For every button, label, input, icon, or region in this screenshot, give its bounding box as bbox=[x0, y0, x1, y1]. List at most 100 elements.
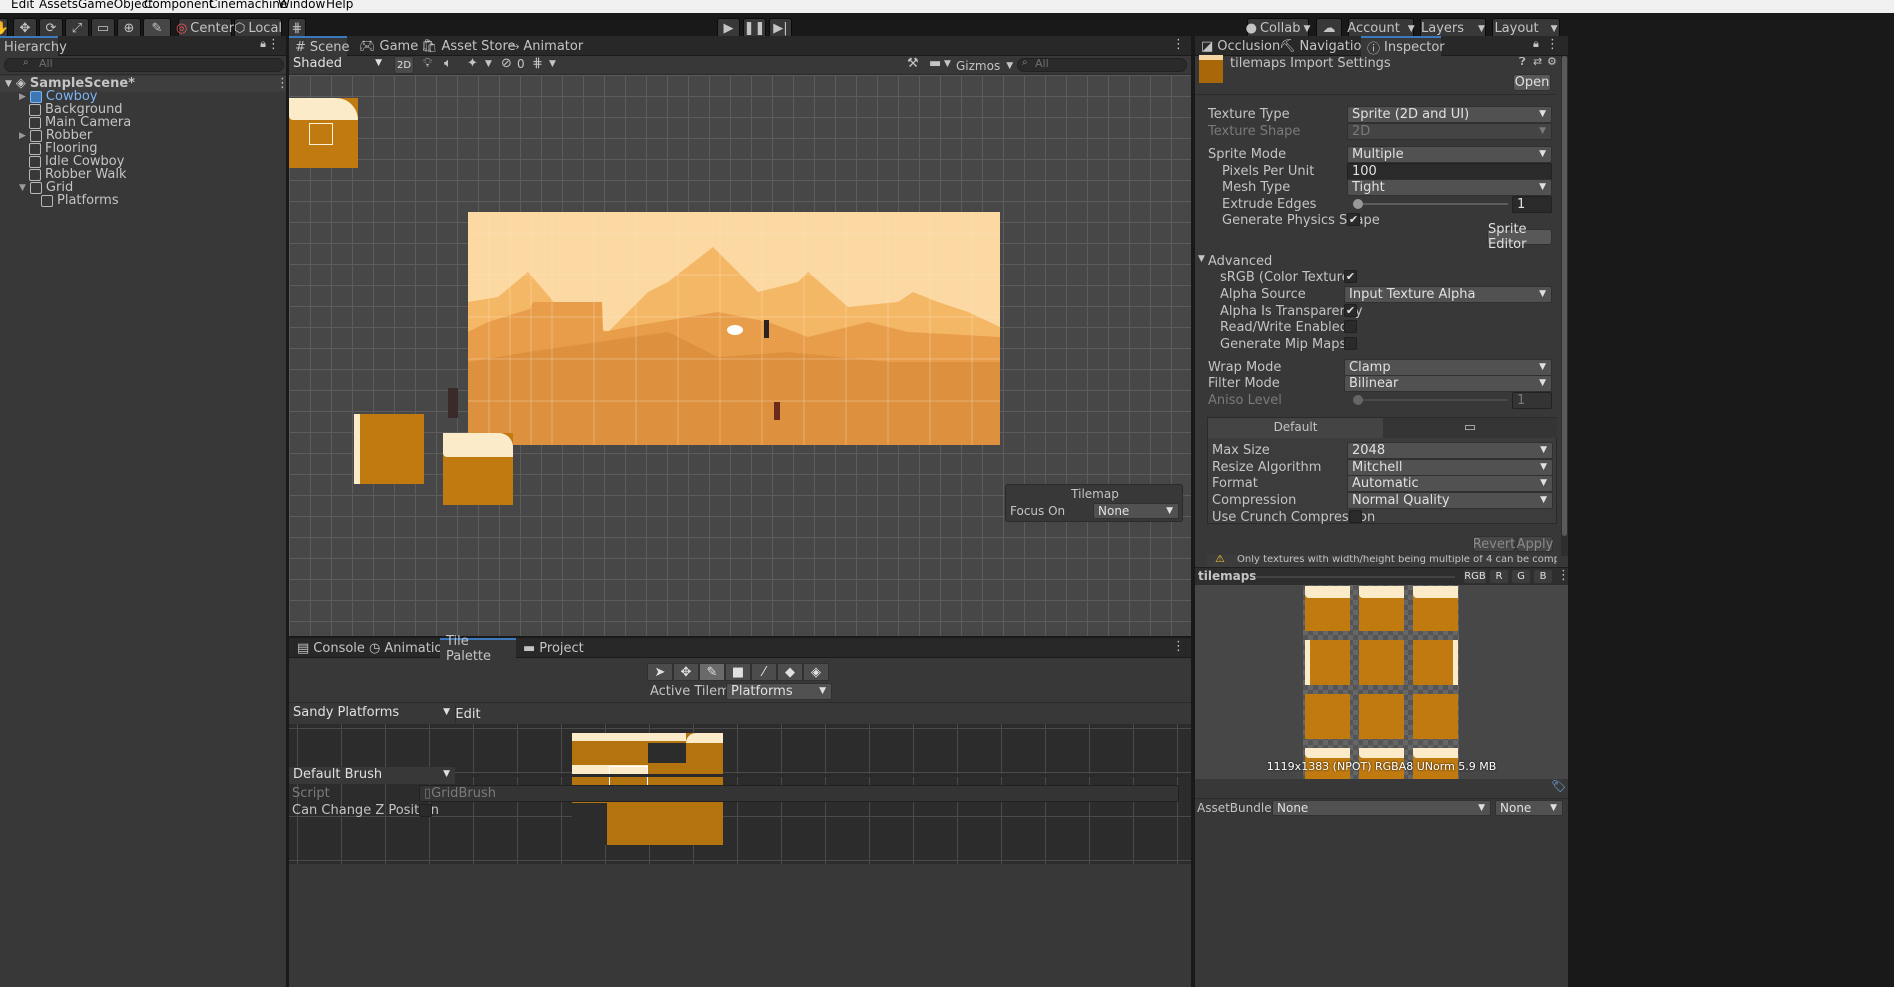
max-size-dropdown[interactable]: 2048 ▼ bbox=[1347, 442, 1553, 459]
platform-tab-default[interactable]: Default bbox=[1208, 418, 1383, 438]
crunch-checkbox[interactable] bbox=[1349, 510, 1362, 523]
menu-window[interactable]: Window bbox=[278, 0, 325, 11]
alpha-transparency-checkbox[interactable]: ✔ bbox=[1344, 304, 1357, 317]
revert-button[interactable]: Revert bbox=[1473, 536, 1515, 552]
hidden-objects-icon[interactable]: ⊘ bbox=[501, 56, 512, 71]
lock-icon[interactable]: 🔒︎ bbox=[260, 37, 266, 51]
menu-gameobject[interactable]: GameObject bbox=[78, 0, 153, 11]
scrollbar-thumb[interactable] bbox=[1562, 56, 1567, 536]
channel-g-button[interactable]: G bbox=[1511, 569, 1531, 584]
gear-icon[interactable]: ⚙ bbox=[1547, 55, 1557, 68]
ppu-field[interactable]: 100 bbox=[1347, 163, 1552, 180]
alpha-source-dropdown[interactable]: Input Texture Alpha ▼ bbox=[1344, 286, 1552, 303]
channel-rgb-button[interactable]: RGB bbox=[1463, 569, 1487, 584]
paint-brush-icon[interactable]: ✎ bbox=[699, 663, 725, 681]
scene-search-input[interactable]: ⌕ All bbox=[1017, 57, 1187, 72]
chevron-down-icon[interactable]: ▼ bbox=[485, 59, 492, 69]
menu-edit[interactable]: Edit bbox=[11, 0, 34, 11]
lighting-icon[interactable]: 💡︎ bbox=[423, 56, 432, 71]
filter-mode-dropdown[interactable]: Bilinear ▼ bbox=[1344, 375, 1552, 392]
camera-icon[interactable]: ▬ bbox=[929, 56, 941, 71]
open-button[interactable]: Open bbox=[1513, 74, 1551, 91]
tab-animator[interactable]: ⤳ Animator bbox=[503, 36, 589, 56]
gizmos-dropdown[interactable]: Gizmos ▼ bbox=[956, 56, 1013, 75]
palette-dropdown[interactable]: Sandy Platforms ▼ bbox=[289, 705, 455, 722]
move-tool-icon[interactable]: ✥ bbox=[673, 663, 699, 681]
physics-shape-checkbox[interactable]: ✔ bbox=[1347, 213, 1360, 226]
menu-cinemachine[interactable]: Cinemachine bbox=[209, 0, 287, 11]
extrude-field[interactable]: 1 bbox=[1512, 196, 1552, 213]
audio-icon[interactable]: 🔈︎ bbox=[444, 56, 452, 71]
menu-kebab-icon[interactable]: ⋮ bbox=[1172, 639, 1185, 654]
chevron-down-icon[interactable]: ▼ bbox=[549, 59, 556, 69]
compression-dropdown[interactable]: Normal Quality ▼ bbox=[1347, 492, 1553, 509]
active-tilemap-dropdown[interactable]: Platforms ▼ bbox=[726, 683, 832, 700]
chevron-down-icon: ▼ bbox=[1303, 23, 1311, 34]
palette-edit-button[interactable]: Edit bbox=[455, 705, 481, 723]
tab-tile-palette[interactable]: Tile Palette bbox=[440, 634, 516, 664]
resize-handle[interactable] bbox=[457, 774, 1189, 777]
sprite-editor-button[interactable]: Sprite Editor bbox=[1487, 222, 1552, 252]
tab-hierarchy[interactable]: Hierarchy bbox=[0, 36, 67, 56]
lock-icon[interactable]: 🔒︎ bbox=[1533, 37, 1539, 51]
advanced-foldout[interactable]: Advanced bbox=[1208, 254, 1272, 269]
format-dropdown[interactable]: Automatic ▼ bbox=[1347, 475, 1553, 492]
grid-toggle-icon[interactable]: ⋕ bbox=[532, 56, 543, 71]
channel-r-button[interactable]: R bbox=[1489, 569, 1509, 584]
wrap-mode-dropdown[interactable]: Clamp ▼ bbox=[1344, 359, 1552, 376]
preset-icon[interactable]: ⇄ bbox=[1533, 55, 1542, 68]
menu-kebab-icon[interactable]: ⋮ bbox=[1546, 37, 1559, 52]
tab-project[interactable]: ▬ Project bbox=[517, 638, 590, 658]
tab-scene[interactable]: # Scene bbox=[289, 36, 350, 56]
mesh-type-dropdown[interactable]: Tight ▼ bbox=[1347, 179, 1552, 196]
picker-icon[interactable]: ⁄ bbox=[751, 663, 777, 681]
select-tool-icon[interactable]: ➤ bbox=[647, 663, 673, 681]
texture-type-dropdown[interactable]: Sprite (2D and UI) ▼ bbox=[1347, 106, 1552, 123]
brush-dropdown[interactable]: Default Brush ▼ bbox=[289, 767, 455, 784]
resize-algo-dropdown[interactable]: Mitchell ▼ bbox=[1347, 459, 1553, 476]
z-position-checkbox[interactable] bbox=[419, 804, 432, 817]
menu-assets[interactable]: Assets bbox=[39, 0, 78, 11]
extrude-slider[interactable] bbox=[1353, 199, 1508, 209]
gizmos-label: Gizmos bbox=[956, 58, 1001, 73]
assetbundle-variant-dropdown[interactable]: None ▼ bbox=[1495, 800, 1563, 816]
focus-on-dropdown[interactable]: None ▼ bbox=[1093, 503, 1179, 519]
menu-component[interactable]: Component bbox=[144, 0, 214, 11]
tab-inspector[interactable]: ⓘ Inspector bbox=[1361, 36, 1445, 57]
hierarchy-search-input[interactable]: All ⌕ bbox=[4, 57, 284, 72]
slider-knob[interactable] bbox=[1353, 199, 1363, 209]
menu-kebab-icon[interactable]: ⋮ bbox=[267, 37, 280, 52]
preview-drag-handle[interactable] bbox=[1255, 576, 1455, 578]
tab-console[interactable]: ▤ Console bbox=[291, 638, 371, 658]
assetbundle-dropdown[interactable]: None ▼ bbox=[1272, 800, 1491, 816]
sprite-mode-dropdown[interactable]: Multiple ▼ bbox=[1347, 146, 1552, 163]
srgb-checkbox[interactable]: ✔ bbox=[1344, 270, 1357, 283]
channel-b-button[interactable]: B bbox=[1533, 569, 1553, 584]
tab-game[interactable]: 🎮︎ Game bbox=[353, 36, 424, 56]
eraser-icon[interactable]: ◆ bbox=[777, 663, 803, 681]
list-item[interactable]: Platforms bbox=[41, 193, 119, 209]
help-icon[interactable]: ❓︎ bbox=[1519, 55, 1526, 69]
label-tag-icon[interactable]: 🏷︎ bbox=[1551, 779, 1566, 793]
chevron-down-icon: ▼ bbox=[1539, 289, 1546, 299]
menu-kebab-icon[interactable]: ⋮ bbox=[1172, 37, 1185, 52]
pivot-label: Center bbox=[190, 21, 235, 36]
mipmaps-checkbox[interactable] bbox=[1344, 337, 1357, 350]
chevron-down-icon[interactable]: ▼ bbox=[944, 59, 951, 69]
inspector-scrollbar[interactable] bbox=[1561, 56, 1568, 556]
shading-dropdown[interactable]: Shaded ▼ bbox=[289, 56, 387, 73]
box-fill-icon[interactable]: ■ bbox=[725, 663, 751, 681]
expand-arrow-icon[interactable]: ▼ bbox=[1198, 254, 1205, 264]
scene-viewport[interactable]: Tilemap Focus On None ▼ bbox=[289, 75, 1191, 636]
toggle-2d-button[interactable]: 2D bbox=[394, 56, 414, 74]
platform-tab-standalone[interactable]: ▭ bbox=[1383, 418, 1557, 438]
menu-help[interactable]: Help bbox=[326, 0, 353, 11]
search-placeholder: All bbox=[1035, 57, 1049, 70]
apply-button[interactable]: Apply bbox=[1517, 536, 1553, 552]
fill-bucket-icon[interactable]: ◈ bbox=[803, 663, 829, 681]
gamepad-icon: 🎮︎ bbox=[359, 38, 376, 54]
scene-platform-tile bbox=[354, 414, 424, 484]
read-write-checkbox[interactable] bbox=[1344, 320, 1357, 333]
effects-icon[interactable]: ✦ bbox=[467, 56, 478, 71]
tools-icon[interactable]: ⚒ bbox=[907, 56, 919, 71]
